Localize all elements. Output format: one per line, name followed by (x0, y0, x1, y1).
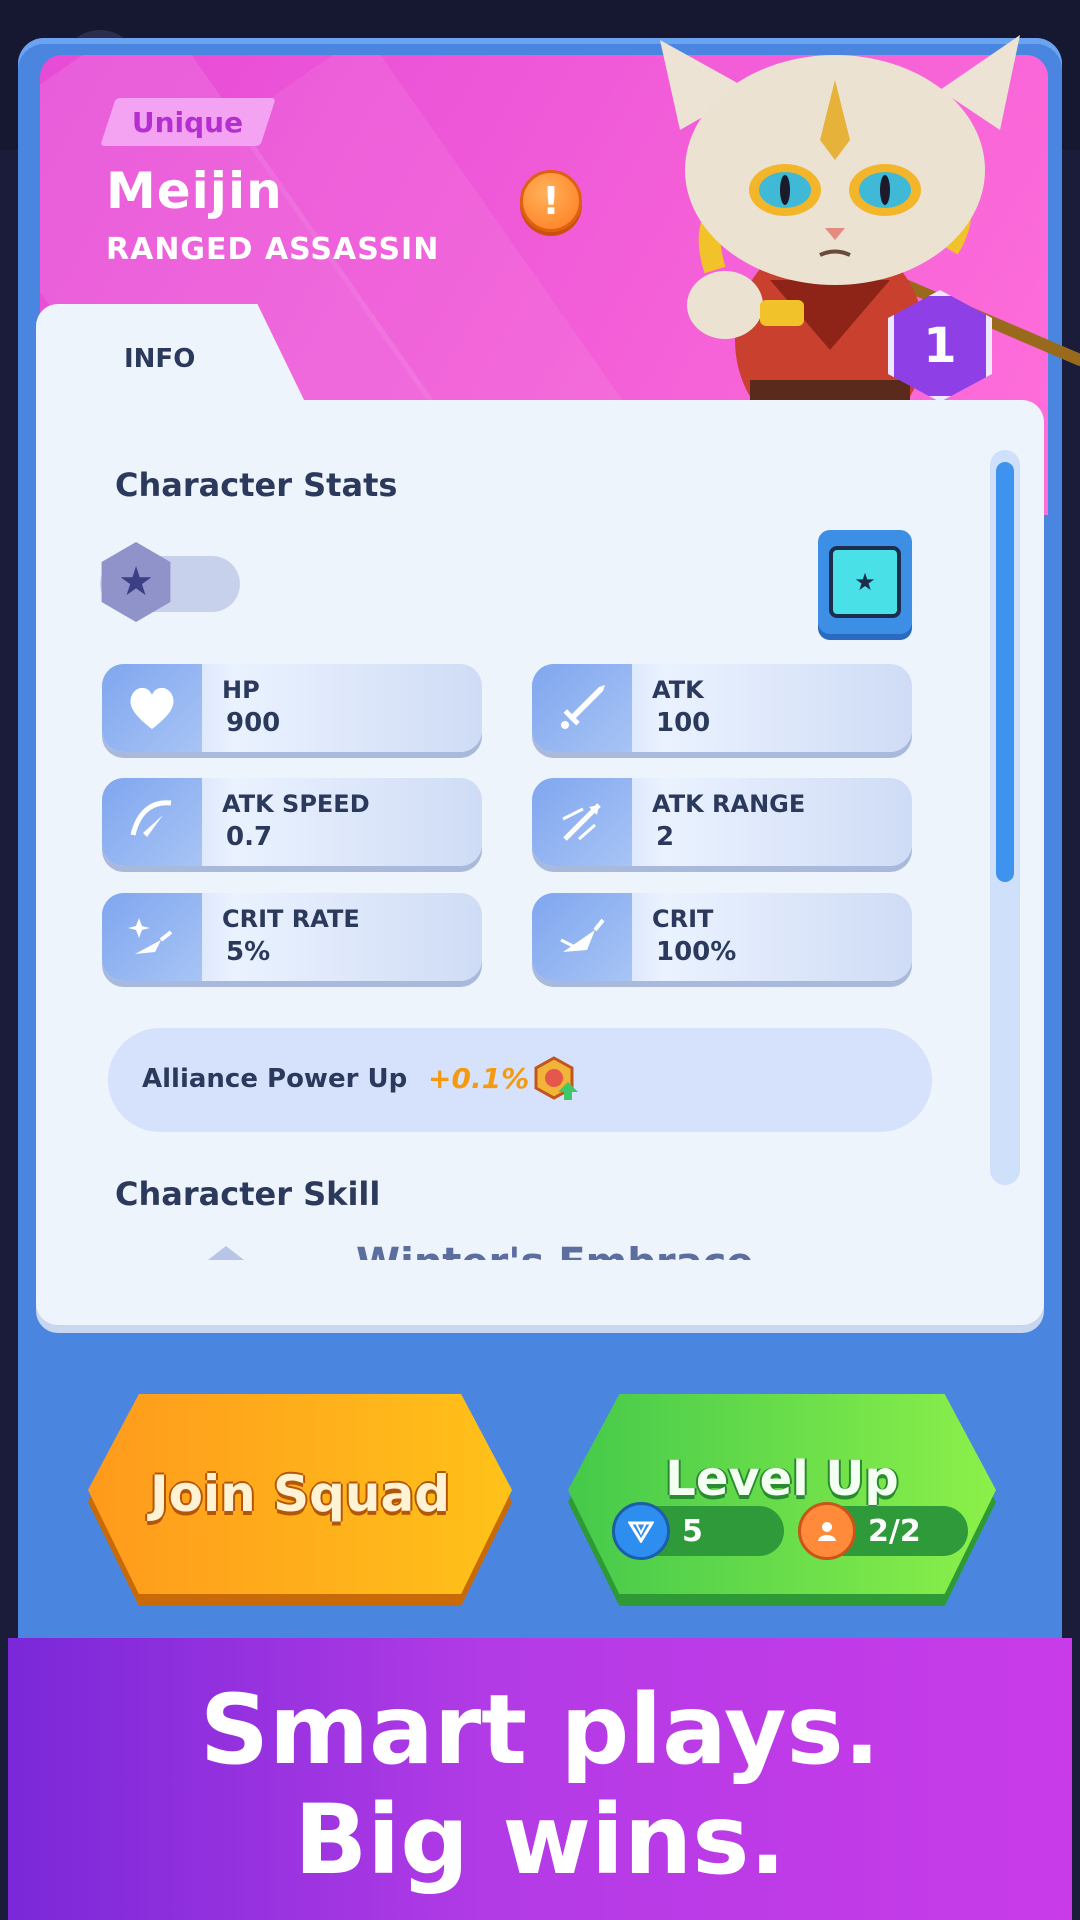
sword-icon (532, 664, 632, 752)
scrollbar[interactable] (990, 450, 1020, 1185)
level-up-button[interactable]: Level Up 5 2/2 (568, 1394, 996, 1594)
rarity-tag: Unique (100, 98, 276, 146)
stat-label: ATK (652, 676, 704, 704)
medal-person-icon (798, 1502, 856, 1560)
star-icon: ★ (118, 559, 154, 605)
speed-slash-icon (102, 778, 202, 866)
alliance-power-up[interactable]: Alliance Power Up +0.1% (108, 1028, 932, 1132)
character-skill-title: Character Skill (115, 1175, 381, 1213)
stat-label: ATK RANGE (652, 790, 806, 818)
range-arrows-icon (532, 778, 632, 866)
scrollbar-thumb[interactable] (996, 462, 1014, 882)
star-info-button[interactable]: ★ (818, 530, 912, 634)
stat-label: CRIT (652, 905, 714, 933)
alliance-label: Alliance Power Up (142, 1064, 408, 1094)
stat-crit-rate: CRIT RATE 5% (102, 893, 482, 981)
level-up-label: Level Up (665, 1451, 899, 1507)
join-squad-label: Join Squad (149, 1465, 451, 1523)
stat-atk-range: ATK RANGE 2 (532, 778, 912, 866)
stat-label: HP (222, 676, 260, 704)
stat-atk-speed: ATK SPEED 0.7 (102, 778, 482, 866)
skill-preview-clipped: Winter's Embrace (200, 1246, 800, 1260)
stat-value: 2 (656, 822, 675, 852)
stat-value: 100% (656, 937, 737, 967)
small-star-icon: ★ (854, 568, 876, 596)
character-class: RANGED ASSASSIN (106, 232, 440, 267)
stat-hp: HP 900 (102, 664, 482, 752)
character-stats-title: Character Stats (115, 466, 398, 504)
medal-cost: 2/2 (798, 1502, 968, 1560)
stat-label: ATK SPEED (222, 790, 370, 818)
promo-banner: Smart plays. Big wins. (8, 1638, 1072, 1920)
alliance-upgrade-icon (534, 1056, 578, 1100)
alliance-bonus: +0.1% (428, 1062, 530, 1095)
crit-rate-icon (102, 893, 202, 981)
slogan-line-2: Big wins. (294, 1784, 786, 1896)
tab-info-label: INFO (124, 344, 196, 374)
stat-value: 100 (656, 708, 711, 738)
stat-value: 5% (226, 937, 271, 967)
skill-name: Winter's Embrace (356, 1246, 753, 1260)
stat-crit: CRIT 100% (532, 893, 912, 981)
gem-cost: 5 (612, 1502, 784, 1560)
stat-label: CRIT RATE (222, 905, 360, 933)
exclamation-alert-icon[interactable]: ! (520, 170, 582, 232)
stat-value: 900 (226, 708, 281, 738)
crit-damage-icon (532, 893, 632, 981)
rarity-label: Unique (132, 105, 244, 139)
character-level: 1 (923, 318, 957, 374)
character-name: Meijin (106, 162, 283, 220)
gem-cost-value: 5 (682, 1513, 703, 1549)
stat-value: 0.7 (226, 822, 273, 852)
stat-atk: ATK 100 (532, 664, 912, 752)
medal-cost-value: 2/2 (868, 1513, 921, 1549)
level-up-costs: 5 2/2 (612, 1502, 968, 1560)
join-squad-button[interactable]: Join Squad (88, 1394, 512, 1594)
skill-expand-arrow-icon[interactable] (208, 1246, 244, 1260)
slogan-line-1: Smart plays. (199, 1674, 881, 1786)
heart-icon (102, 664, 202, 752)
gem-icon (612, 1502, 670, 1560)
